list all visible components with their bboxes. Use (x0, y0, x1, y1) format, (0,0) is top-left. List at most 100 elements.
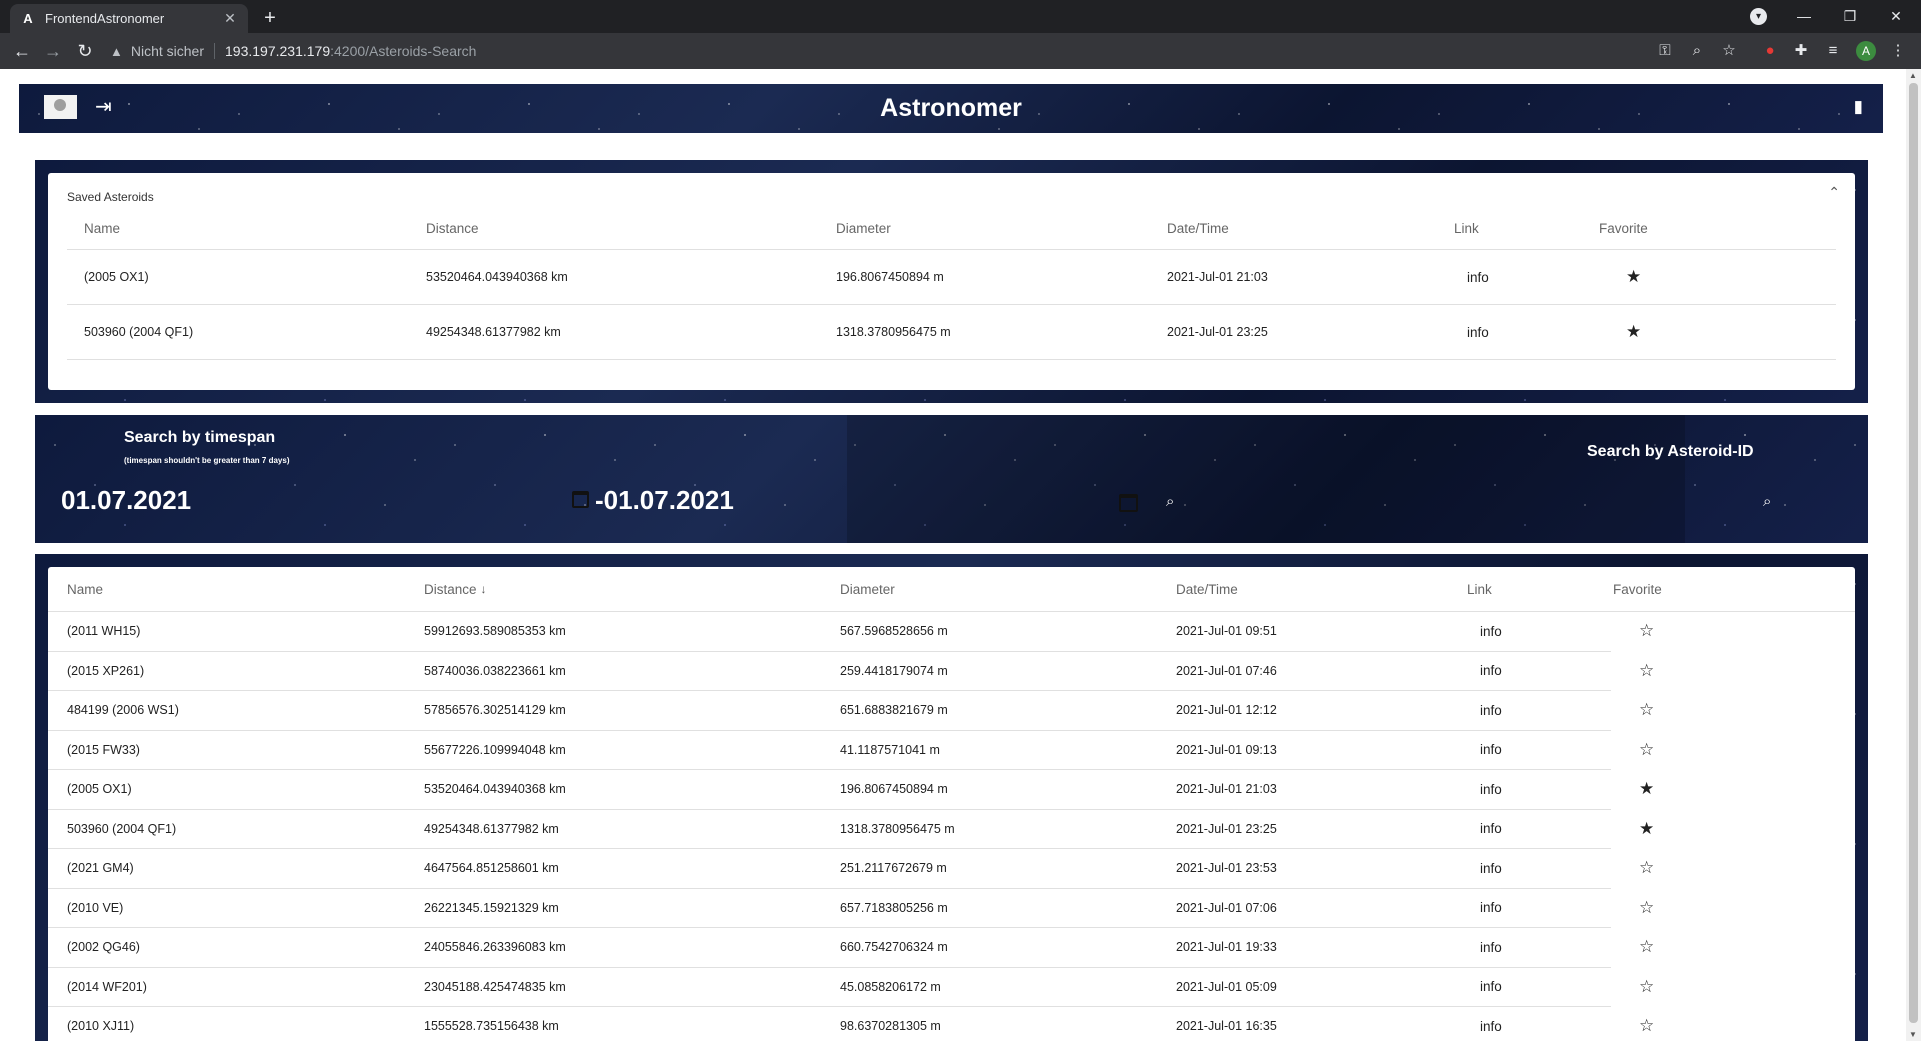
cell-name: 503960 (2004 QF1) (67, 821, 177, 836)
favorite-star-empty-icon[interactable]: ☆ (1639, 621, 1654, 641)
cell-datetime: 2021-Jul-01 09:13 (1176, 742, 1277, 757)
favorite-cell: ☆ (1639, 652, 1654, 691)
cell-datetime: 2021-Jul-01 07:06 (1176, 900, 1277, 915)
favorite-star-filled-icon[interactable]: ★ (1639, 819, 1654, 839)
cell-distance: 58740036.038223661 km (424, 663, 566, 678)
new-tab-button[interactable]: + (258, 6, 282, 30)
download-icon[interactable]: ▾ (1750, 8, 1767, 25)
favorite-star-empty-icon[interactable]: ☆ (1639, 1016, 1654, 1036)
restore-icon[interactable]: ❐ (1827, 0, 1873, 33)
col-header-name[interactable]: Name (67, 567, 103, 611)
cell-datetime: 2021-Jul-01 23:53 (1176, 861, 1277, 876)
cell-diameter: 651.6883821679 m (840, 703, 948, 718)
address-bar[interactable]: ▲ Nicht sicher 193.197.231.179 :4200/Ast… (110, 36, 1708, 66)
back-icon[interactable]: ← (10, 39, 34, 63)
col-header-link: Link (1454, 220, 1479, 236)
extension-red-icon[interactable]: ● (1760, 41, 1780, 61)
minimize-icon[interactable]: — (1781, 0, 1827, 33)
scrollbar-thumb[interactable] (1909, 83, 1918, 1023)
saved-asteroids-table: Name Distance Diameter Date/Time Link Fa… (67, 207, 1836, 383)
favorite-cell: ☆ (1639, 849, 1654, 888)
asteroid-id-search-title: Search by Asteroid-ID (1587, 443, 1754, 460)
favorite-star-empty-icon[interactable]: ☆ (1639, 977, 1654, 997)
map-icon[interactable]: ▮ (1854, 97, 1863, 117)
scroll-up-icon[interactable]: ▲ (1909, 71, 1917, 80)
tab-close-icon[interactable]: ✕ (222, 10, 238, 27)
cell-diameter: 251.2117672679 m (840, 861, 947, 876)
info-link[interactable]: info (1480, 849, 1502, 888)
col-header-datetime[interactable]: Date/Time (1167, 207, 1229, 249)
info-link[interactable]: info (1480, 968, 1502, 1007)
info-link[interactable]: info (1480, 731, 1502, 770)
saved-asteroids-section: Saved Asteroids ⌃ Name Distance Diameter… (35, 160, 1868, 403)
info-link[interactable]: info (1467, 305, 1489, 359)
info-link[interactable]: info (1480, 691, 1502, 730)
info-link[interactable]: info (1480, 928, 1502, 967)
col-header-link: Link (1467, 581, 1492, 597)
favorite-star-empty-icon[interactable]: ☆ (1639, 661, 1654, 681)
favorite-star-filled-icon[interactable]: ★ (1626, 267, 1641, 287)
search-icon[interactable]: ⌕ (1166, 493, 1174, 510)
app-title: Astronomer (880, 94, 1022, 122)
forward-icon[interactable]: → (41, 39, 65, 63)
favorite-star-empty-icon[interactable]: ☆ (1639, 740, 1654, 760)
calendar-icon[interactable] (1119, 494, 1138, 512)
info-link[interactable]: info (1467, 250, 1489, 304)
info-link[interactable]: info (1480, 652, 1502, 691)
search-icon[interactable]: ⌕ (1763, 493, 1771, 510)
favorite-cell: ☆ (1639, 731, 1654, 770)
reload-icon[interactable]: ↻ (73, 39, 97, 63)
window-close-icon[interactable]: ✕ (1873, 0, 1919, 33)
extensions-icon[interactable]: ✚ (1791, 41, 1811, 61)
info-link[interactable]: info (1480, 810, 1502, 849)
menu-icon[interactable]: ⋮ (1888, 41, 1908, 61)
cell-distance: 53520464.043940368 km (424, 782, 566, 797)
col-header-favorite: Favorite (1613, 581, 1662, 597)
profile-avatar[interactable]: A (1856, 41, 1876, 61)
col-header-distance[interactable]: Distance ↓ (424, 567, 487, 611)
search-panel: Search by timespan (timespan shouldn't b… (35, 415, 1868, 543)
favorite-star-filled-icon[interactable]: ★ (1639, 779, 1654, 799)
cell-diameter: 660.7542706324 m (840, 940, 948, 955)
info-link[interactable]: info (1480, 770, 1502, 809)
results-section: Name Distance ↓ Diameter Date/Time Link … (35, 554, 1868, 1041)
cell-distance: 24055846.263396083 km (424, 940, 566, 955)
favorite-star-empty-icon[interactable]: ☆ (1639, 858, 1654, 878)
sort-arrow-icon: ↓ (480, 582, 487, 596)
insecure-label: Nicht sicher (130, 43, 205, 59)
cell-distance: 1555528.735156438 km (424, 1019, 559, 1034)
bookmark-star-icon[interactable]: ☆ (1719, 41, 1739, 61)
info-link[interactable]: info (1480, 612, 1502, 651)
from-date-input[interactable]: 01.07.2021 (61, 485, 191, 516)
table-row: (2021 GM4) 4647564.851258601 km 251.211767… (48, 849, 1654, 889)
zoom-icon[interactable]: ⌕ (1687, 41, 1707, 61)
col-header-distance[interactable]: Distance (426, 207, 479, 249)
calendar-icon[interactable] (572, 491, 589, 508)
favorite-star-empty-icon[interactable]: ☆ (1639, 937, 1654, 957)
cell-datetime: 2021-Jul-01 23:25 (1167, 325, 1268, 339)
reading-list-icon[interactable]: ≡ (1823, 41, 1843, 61)
browser-tab[interactable]: A FrontendAstronomer ✕ (10, 4, 248, 33)
cell-diameter: 259.4418179074 m (840, 663, 948, 678)
tab-title: FrontendAstronomer (45, 11, 165, 26)
scroll-down-icon[interactable]: ▼ (1909, 1030, 1917, 1039)
to-date-input[interactable]: -01.07.2021 (595, 485, 734, 516)
table-row: (2011 WH15) 59912693.589085353 km 567.5968… (48, 612, 1654, 652)
key-icon[interactable]: ⚿ (1655, 41, 1675, 61)
info-link[interactable]: info (1480, 889, 1502, 928)
favorite-star-filled-icon[interactable]: ★ (1626, 322, 1641, 342)
cell-diameter: 196.8067450894 m (840, 782, 948, 797)
col-header-diameter[interactable]: Diameter (840, 567, 895, 611)
cell-name: (2015 FW33) (67, 742, 140, 757)
favorite-star-empty-icon[interactable]: ☆ (1639, 898, 1654, 918)
favorite-star-empty-icon[interactable]: ☆ (1639, 700, 1654, 720)
col-header-name[interactable]: Name (84, 207, 120, 249)
collapse-chevron-icon[interactable]: ⌃ (1828, 184, 1840, 201)
col-header-diameter[interactable]: Diameter (836, 207, 891, 249)
page-scrollbar[interactable]: ▲ ▼ (1906, 69, 1921, 1041)
col-header-datetime[interactable]: Date/Time (1176, 567, 1238, 611)
cell-diameter: 657.7183805256 m (840, 900, 948, 915)
info-link[interactable]: info (1480, 1007, 1502, 1041)
cell-name: 503960 (2004 QF1) (84, 325, 194, 339)
table-row: (2005 OX1) 53520464.043940368 km 196.80674… (48, 770, 1654, 810)
